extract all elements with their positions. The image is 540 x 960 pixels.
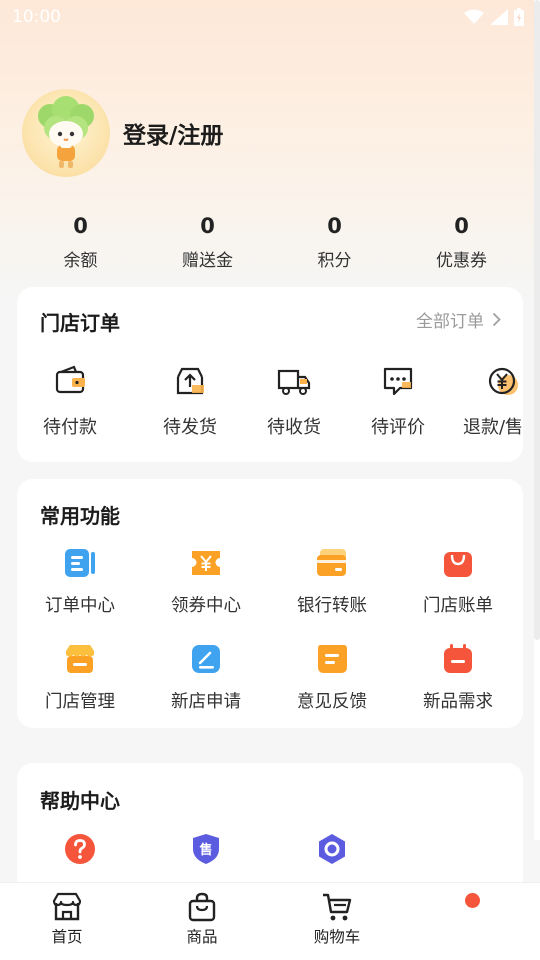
bag-icon: [188, 892, 216, 922]
coupon-icon: [192, 551, 220, 575]
help-service[interactable]: [269, 832, 395, 866]
status-bar: 10:00: [0, 0, 540, 34]
chevron-right-icon: [492, 312, 501, 327]
function-label: 意见反馈: [297, 692, 367, 712]
status-time: 10:00: [12, 7, 61, 27]
store-icon: [66, 645, 94, 673]
wallet-icon: [55, 365, 85, 394]
func-store-bill[interactable]: 门店账单: [395, 546, 521, 617]
func-bank-transfer[interactable]: 银行转账: [269, 546, 395, 617]
box-upload-icon: [176, 367, 204, 395]
stat-balance[interactable]: 0 余额: [17, 212, 144, 271]
store-orders-card: 门店订单 全部订单 待付款 待发货 待收货 待评价 退款/售: [17, 287, 523, 462]
signal-icon: [490, 9, 508, 25]
function-label: 银行转账: [297, 596, 367, 616]
tab-products[interactable]: 商品: [152, 891, 252, 947]
cart-icon: [323, 893, 352, 921]
func-store-management[interactable]: 门店管理: [17, 642, 143, 713]
order-pending-payment[interactable]: 待付款: [17, 363, 125, 439]
tab-home[interactable]: 首页: [17, 891, 117, 947]
stat-value: 0: [73, 214, 88, 238]
help-center-title: 帮助中心: [40, 789, 120, 813]
function-label: 新品需求: [423, 692, 493, 712]
tab-label: 首页: [51, 928, 83, 946]
function-label: 门店管理: [45, 692, 115, 712]
stat-label: 余额: [63, 251, 98, 271]
shopping-bag-icon: [444, 552, 472, 577]
order-status-label: 待收货: [267, 417, 321, 438]
order-status-label: 待评价: [371, 417, 425, 438]
order-refund-aftersale[interactable]: 退款/售后: [447, 363, 523, 439]
tab-cart[interactable]: 购物车: [287, 891, 387, 947]
hexagon-ring-icon: [319, 834, 345, 864]
order-status-row: 待付款 待发货 待收货 待评价 退款/售: [17, 363, 523, 443]
stat-value: 0: [327, 214, 342, 238]
stat-points[interactable]: 0 积分: [271, 212, 398, 271]
store-orders-title: 门店订单: [40, 311, 120, 335]
tab-label: 购物车: [313, 928, 361, 946]
calendar-icon: [444, 644, 472, 673]
stat-label: 积分: [317, 251, 352, 271]
stat-coupons[interactable]: 0 优惠券: [398, 212, 525, 271]
after-sale-badge-text: 售: [199, 842, 212, 858]
bank-card-icon: [317, 549, 346, 576]
login-register-link[interactable]: 登录/注册: [123, 116, 223, 150]
order-list-icon: [65, 549, 95, 577]
scrollbar-thumb[interactable]: [534, 0, 540, 640]
stat-label: 优惠券: [436, 251, 487, 271]
function-label: 门店账单: [423, 596, 493, 616]
func-order-center[interactable]: 订单中心: [17, 546, 143, 617]
order-pending-receipt[interactable]: 待收货: [239, 363, 349, 439]
function-label: 新店申请: [171, 692, 241, 712]
status-icons: [464, 8, 524, 26]
comment-icon: [383, 367, 413, 396]
common-functions-card: 常用功能 订单中心 领券中心 银行转账 门店账单 门店管理 新店申请 意见反馈 …: [17, 479, 523, 728]
stat-label: 赠送金: [182, 251, 233, 271]
truck-icon: [277, 369, 311, 395]
func-feedback[interactable]: 意见反馈: [269, 642, 395, 713]
function-label: 订单中心: [45, 596, 115, 616]
tab-mine-notification-dot[interactable]: [465, 893, 480, 908]
yuan-coin-icon: [488, 367, 518, 395]
stat-value: 0: [454, 214, 469, 238]
order-pending-shipment[interactable]: 待发货: [135, 363, 245, 439]
question-icon: [65, 834, 95, 864]
edit-icon: [192, 645, 220, 673]
order-status-label: 待发货: [163, 417, 217, 438]
order-status-label: 待付款: [43, 417, 97, 438]
function-label: 领券中心: [171, 596, 241, 616]
feedback-icon: [318, 645, 347, 673]
order-pending-review[interactable]: 待评价: [343, 363, 453, 439]
home-store-icon: [52, 892, 82, 921]
stat-value: 0: [200, 214, 215, 238]
help-faq[interactable]: [17, 832, 143, 866]
stat-bonus[interactable]: 0 赠送金: [144, 212, 271, 271]
help-after-sale[interactable]: 售: [143, 832, 269, 866]
all-orders-label: 全部订单: [416, 312, 484, 332]
common-functions-title: 常用功能: [40, 504, 120, 528]
func-new-product-request[interactable]: 新品需求: [395, 642, 521, 713]
func-coupon-center[interactable]: 领券中心: [143, 546, 269, 617]
func-new-store-application[interactable]: 新店申请: [143, 642, 269, 713]
all-orders-link[interactable]: 全部订单: [416, 307, 501, 332]
after-sale-shield-icon: 售: [193, 834, 219, 864]
wifi-icon: [464, 9, 484, 24]
tab-label: 商品: [186, 928, 218, 946]
avatar[interactable]: [22, 89, 110, 177]
account-stats: 0 余额 0 赠送金 0 积分 0 优惠券: [0, 212, 540, 271]
order-status-label: 退款/售后: [462, 417, 523, 438]
profile-header[interactable]: 登录/注册: [22, 89, 223, 177]
broccoli-mascot-avatar: [38, 96, 94, 168]
battery-icon: [514, 8, 524, 26]
